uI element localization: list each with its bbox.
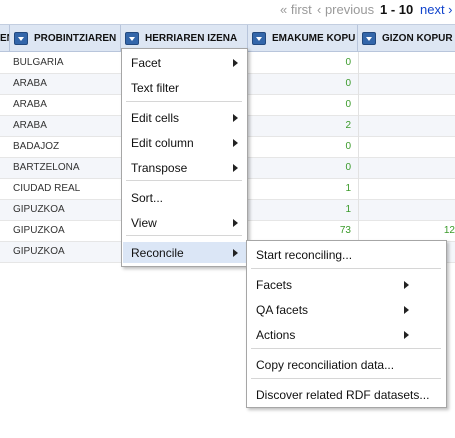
- column-divider: [358, 52, 359, 262]
- menu-item-label: Discover related RDF datasets...: [256, 388, 430, 402]
- menu-item-facet[interactable]: Facet: [123, 52, 247, 73]
- cell-gizon-kopurua[interactable]: 12: [444, 225, 455, 236]
- cell-probintzia[interactable]: GIPUZKOA: [13, 246, 65, 257]
- menu-separator: [126, 235, 242, 236]
- column-header-label: EN: [0, 33, 9, 44]
- cell-emakume-kopurua[interactable]: 0: [345, 99, 351, 110]
- menu-item-label: Reconcile: [131, 246, 184, 260]
- menu-item-label: Text filter: [131, 81, 180, 95]
- column-header-label: HERRIAREN IZENA: [145, 33, 238, 44]
- column-context-menu: Facet Text filter Edit cells Edit column Tra…: [121, 48, 248, 267]
- cell-emakume-kopurua[interactable]: 73: [340, 225, 351, 236]
- cell-probintzia[interactable]: ARABA: [13, 120, 47, 131]
- submenu-arrow-icon: [233, 164, 238, 172]
- submenu-arrow-icon: [233, 139, 238, 147]
- column-menu-dropdown-icon[interactable]: [362, 32, 376, 45]
- cell-probintzia[interactable]: BARTZELONA: [13, 162, 80, 173]
- cell-emakume-kopurua[interactable]: 0: [345, 141, 351, 152]
- menu-separator: [251, 378, 441, 379]
- submenu-arrow-icon: [404, 331, 409, 339]
- column-header-en[interactable]: EN: [0, 25, 10, 52]
- cell-probintzia[interactable]: GIPUZKOA: [13, 204, 65, 215]
- menu-item-label: Transpose: [131, 161, 188, 175]
- menu-item-edit-column[interactable]: Edit column: [123, 132, 247, 153]
- menu-item-reconcile[interactable]: Reconcile: [123, 242, 247, 263]
- cell-probintzia[interactable]: ARABA: [13, 99, 47, 110]
- menu-item-view[interactable]: View: [123, 212, 247, 233]
- column-header-emakume-kopurua[interactable]: EMAKUME KOPU: [248, 25, 358, 52]
- cell-emakume-kopurua[interactable]: 1: [345, 183, 351, 194]
- menu-item-transpose[interactable]: Transpose: [123, 157, 247, 178]
- menu-item-text-filter[interactable]: Text filter: [123, 77, 247, 98]
- pager-first-link[interactable]: « first: [280, 2, 312, 17]
- menu-item-label: Actions: [256, 328, 296, 342]
- pager-previous-link[interactable]: ‹ previous: [317, 2, 374, 17]
- menu-separator: [126, 101, 242, 102]
- menu-item-sort[interactable]: Sort...: [123, 187, 247, 208]
- cell-emakume-kopurua[interactable]: 0: [345, 162, 351, 173]
- menu-item-label: Facet: [131, 56, 162, 70]
- submenu-arrow-icon: [233, 59, 238, 67]
- cell-emakume-kopurua[interactable]: 1: [345, 204, 351, 215]
- menu-item-edit-cells[interactable]: Edit cells: [123, 107, 247, 128]
- menu-item-start-reconciling[interactable]: Start reconciling...: [248, 244, 446, 265]
- menu-separator: [251, 348, 441, 349]
- cell-probintzia[interactable]: ARABA: [13, 78, 47, 89]
- cell-emakume-kopurua[interactable]: 0: [345, 57, 351, 68]
- menu-separator: [126, 180, 242, 181]
- pager-range: 1 - 10: [380, 2, 414, 17]
- menu-item-label: Copy reconciliation data...: [256, 358, 395, 372]
- column-header-label: EMAKUME KOPU: [272, 33, 356, 44]
- submenu-arrow-icon: [233, 219, 238, 227]
- submenu-arrow-icon: [233, 114, 238, 122]
- cell-probintzia[interactable]: CIUDAD REAL: [13, 183, 80, 194]
- menu-item-label: Edit cells: [131, 111, 180, 125]
- menu-item-label: QA facets: [256, 303, 309, 317]
- menu-item-label: View: [131, 216, 157, 230]
- pager: « first ‹ previous 1 - 10 next ›: [0, 0, 455, 22]
- cell-probintzia[interactable]: GIPUZKOA: [13, 225, 65, 236]
- column-header-label: PROBINTZIAREN: [34, 33, 117, 44]
- submenu-arrow-icon: [404, 281, 409, 289]
- column-menu-dropdown-icon[interactable]: [14, 32, 28, 45]
- menu-item-label: Edit column: [131, 136, 194, 150]
- submenu-arrow-icon: [233, 249, 238, 257]
- menu-item-actions[interactable]: Actions: [248, 324, 446, 345]
- menu-item-label: Sort...: [131, 191, 164, 205]
- column-menu-dropdown-icon[interactable]: [252, 32, 266, 45]
- menu-item-facets[interactable]: Facets: [248, 274, 446, 295]
- menu-item-copy-reconciliation-data[interactable]: Copy reconciliation data...: [248, 354, 446, 375]
- column-header-gizon-kopurua[interactable]: GIZON KOPUR: [358, 25, 455, 52]
- column-menu-dropdown-icon[interactable]: [125, 32, 139, 45]
- submenu-arrow-icon: [404, 306, 409, 314]
- menu-item-qa-facets[interactable]: QA facets: [248, 299, 446, 320]
- column-header-label: GIZON KOPUR: [382, 33, 453, 44]
- reconcile-submenu: Start reconciling... Facets QA facets Actio…: [246, 240, 447, 408]
- menu-item-label: Start reconciling...: [256, 248, 353, 262]
- menu-item-discover-related-rdf-datasets[interactable]: Discover related RDF datasets...: [248, 384, 446, 405]
- pager-next-link[interactable]: next ›: [420, 2, 453, 17]
- cell-probintzia[interactable]: BADAJOZ: [13, 141, 59, 152]
- cell-probintzia[interactable]: BULGARIA: [13, 57, 64, 68]
- cell-emakume-kopurua[interactable]: 0: [345, 78, 351, 89]
- column-header-probintziaren[interactable]: PROBINTZIAREN: [10, 25, 121, 52]
- menu-separator: [251, 268, 441, 269]
- cell-emakume-kopurua[interactable]: 2: [345, 120, 351, 131]
- menu-item-label: Facets: [256, 278, 293, 292]
